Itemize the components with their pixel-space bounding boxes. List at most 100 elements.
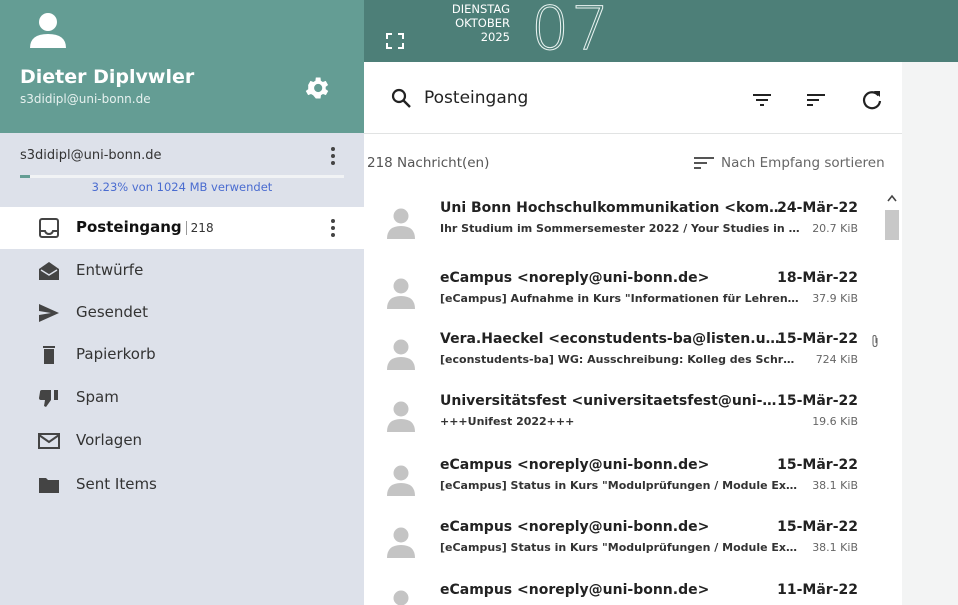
message-subject: [eCampus] Status in Kurs "Modulprüfungen… [440,541,800,554]
quota-bar [20,175,344,178]
sender-avatar-icon [387,401,415,432]
month: OKTOBER [455,16,510,30]
user-email: s3didipl@uni-bonn.de [20,92,151,106]
scrollbar-thumb[interactable] [885,210,899,240]
message-subject: [eCampus] Status in Kurs "Modulprüfungen… [440,479,800,492]
sidebar: Dieter Diplvwler s3didipl@uni-bonn.de s3… [0,0,364,605]
sender-avatar-icon [387,527,415,558]
date-header: DIENSTAG OKTOBER 2025 07 [364,0,958,65]
sidebar-item-entwuerfe[interactable]: Entwürfe [0,250,364,292]
message-subject: [econstudents-ba] WG: Ausschreibung: Kol… [440,353,800,366]
day-number: 07 [530,0,612,65]
message-sender: Uni Bonn Hochschulkommunikation <kommuni… [440,200,785,216]
sidebar-item-label: Sent Items [76,475,157,493]
message-date: 11-Mär-22 [777,582,858,598]
account-email: s3didipl@uni-bonn.de [20,148,162,163]
message-subject: [eCampus] Aufnahme in Kurs "Informatione… [440,292,800,305]
message-subject: Ihr Studium im Sommersemester 2022 / You… [440,222,800,235]
message-size: 37.9 KiB [812,292,858,305]
scroll-up-icon[interactable] [887,194,897,202]
sidebar-item-papierkorb[interactable]: Papierkorb [0,334,364,376]
message-size: 38.1 KiB [812,479,858,492]
message-sender: eCampus <noreply@uni-bonn.de> [440,582,710,598]
message-row[interactable]: Uni Bonn Hochschulkommunikation <kommuni… [364,190,882,252]
message-row[interactable]: Universitätsfest <universitaetsfest@uni-… [364,383,882,445]
message-row[interactable]: eCampus <noreply@uni-bonn.de> 15-Mär-22 [e… [364,509,882,571]
envelope-icon [38,433,60,449]
folder-name: Posteingang [76,218,182,236]
unread-count: 218 [190,221,214,235]
message-row[interactable]: eCampus <noreply@uni-bonn.de> 15-Mär-22 [e… [364,447,882,509]
message-count: 218 Nachricht(en) [367,155,490,171]
folder-icon [39,478,59,493]
message-row[interactable]: eCampus <noreply@uni-bonn.de>11-Mär-22[e… [364,572,882,605]
reading-pane [902,62,958,605]
message-subject: +++Unifest 2022+++ [440,415,575,428]
more-vertical-icon[interactable] [326,145,340,167]
sender-avatar-icon [387,465,415,496]
message-date: 15-Mär-22 [777,393,858,409]
message-date: 24-Mär-22 [777,200,858,216]
fullscreen-icon[interactable] [386,33,404,49]
trash-icon [43,346,55,364]
sidebar-item-posteingang[interactable]: Posteingang 218 [0,207,364,249]
sidebar-item-label: Papierkorb [76,345,156,363]
profile-panel: Dieter Diplvwler s3didipl@uni-bonn.de [0,0,364,133]
refresh-icon[interactable] [861,89,883,111]
send-icon [39,304,59,322]
search-icon[interactable] [391,88,411,108]
message-list-panel: Posteingang 218 Nachricht(en) Nach Empfa… [364,62,902,605]
message-size: 38.1 KiB [812,541,858,554]
settings-gear-icon[interactable] [303,74,331,102]
message-sender: eCampus <noreply@uni-bonn.de> [440,457,710,473]
message-sender: eCampus <noreply@uni-bonn.de> [440,270,710,286]
message-date: 15-Mär-22 [777,519,858,535]
sender-avatar-icon [387,208,415,239]
message-size: 19.6 KiB [812,415,858,428]
filter-icon[interactable] [752,90,772,110]
message-date: 15-Mär-22 [777,331,858,347]
message-list: Uni Bonn Hochschulkommunikation <kommuni… [364,190,882,605]
message-sender: Vera.Haeckel <econstudents-ba@listen.uni… [440,331,785,347]
list-toolbar: Posteingang [364,62,902,134]
message-row[interactable]: Vera.Haeckel <econstudents-ba@listen.uni… [364,321,882,383]
divider [185,220,187,235]
drafts-icon [39,262,59,280]
weekday: DIENSTAG [451,2,510,16]
inbox-icon [39,218,59,238]
sidebar-item-spam[interactable]: Spam [0,377,364,419]
user-avatar-icon [30,13,66,48]
sidebar-item-label: Vorlagen [76,431,143,449]
quota-fill [20,175,31,178]
message-row[interactable]: eCampus <noreply@uni-bonn.de> 18-Mär-22 [e… [364,260,882,322]
scrollbar[interactable] [882,190,902,605]
sender-avatar-icon [387,278,415,309]
attachment-icon [872,334,878,348]
sidebar-item-label: Gesendet [76,303,149,321]
quota-text: 3.23% von 1024 MB verwendet [91,180,273,194]
sidebar-item-sent-items[interactable]: Sent Items [0,464,364,506]
sort-label: Nach Empfang sortieren [721,155,885,171]
sidebar-item-gesendet[interactable]: Gesendet [0,292,364,334]
sender-avatar-icon [393,590,409,605]
sender-avatar-icon [387,339,415,370]
account-row: s3didipl@uni-bonn.de 3.23% von 1024 MB v… [0,133,364,203]
thumbs-down-icon [39,390,58,407]
sidebar-item-label: Spam [76,388,119,406]
sidebar-item-label: Entwürfe [76,261,144,279]
message-sender: Universitätsfest <universitaetsfest@uni-… [440,393,785,409]
more-vertical-icon[interactable] [326,217,340,239]
message-sender: eCampus <noreply@uni-bonn.de> [440,519,710,535]
sort-icon[interactable] [806,90,826,110]
folder-title: Posteingang [424,88,529,108]
year: 2025 [480,30,510,44]
sidebar-item-vorlagen[interactable]: Vorlagen [0,420,364,462]
message-date: 15-Mär-22 [777,457,858,473]
sort-by-received-button[interactable]: Nach Empfang sortieren [694,153,894,175]
message-date: 18-Mär-22 [777,270,858,286]
sidebar-item-label: Posteingang 218 [76,218,214,236]
user-name: Dieter Diplvwler [20,66,195,88]
message-size: 20.7 KiB [812,222,858,235]
date-text: DIENSTAG OKTOBER 2025 [430,2,510,44]
sort-icon [694,157,714,169]
